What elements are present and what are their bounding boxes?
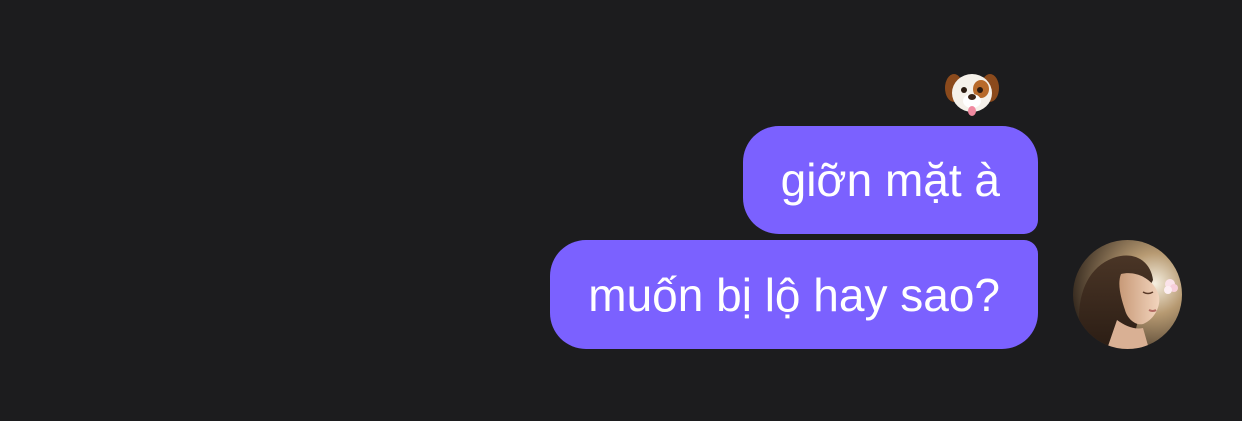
chat-thread: giỡn mặt à muốn bị lộ hay sao? xyxy=(0,0,1242,421)
profile-photo-icon xyxy=(1073,240,1182,349)
sender-avatar[interactable] xyxy=(1073,240,1182,349)
message-bubble-2[interactable]: muốn bị lộ hay sao? xyxy=(550,240,1038,349)
message-bubble-1[interactable]: giỡn mặt à xyxy=(742,126,1038,234)
message-text: muốn bị lộ hay sao? xyxy=(588,268,1000,321)
message-text: giỡn mặt à xyxy=(780,154,1000,206)
dog-face-reaction-icon[interactable] xyxy=(944,66,1000,118)
